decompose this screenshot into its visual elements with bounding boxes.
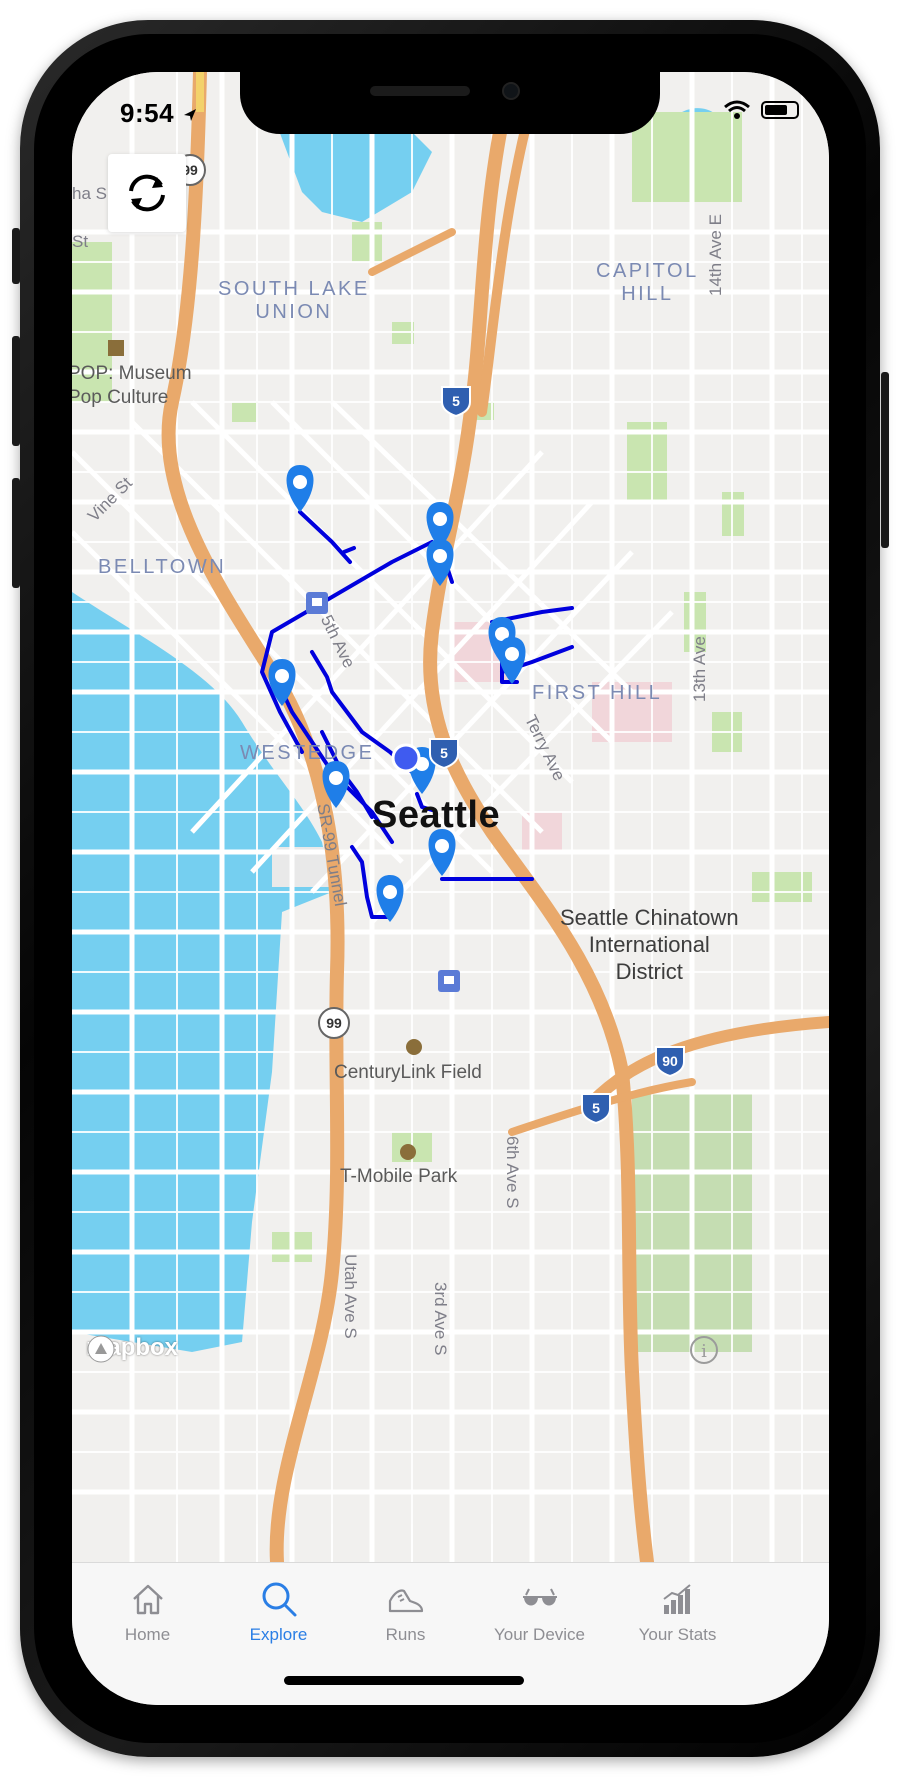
time-text: 9:54 (120, 98, 175, 128)
street-6th-ave-s: 6th Ave S (503, 1136, 522, 1209)
stadium-icon (406, 1039, 422, 1055)
volume-down-button (12, 478, 20, 588)
label-westedge: WESTEDGE (240, 742, 375, 764)
shield-label: 5 (440, 745, 448, 761)
street-st: St (72, 232, 89, 251)
tab-your-device[interactable]: Your Device (464, 1563, 615, 1663)
street-13th-ave: 13th Ave (690, 636, 709, 702)
power-button (881, 372, 889, 548)
refresh-icon (129, 174, 165, 212)
map-info-button[interactable]: i (690, 1336, 718, 1364)
home-indicator[interactable] (284, 1676, 524, 1685)
tab-home-label: Home (124, 1625, 171, 1644)
shield-label: 5 (592, 1100, 600, 1116)
status-indicators (723, 100, 799, 120)
volume-up-button (12, 336, 20, 446)
shield-label: 90 (662, 1053, 678, 1069)
poi-centurylink-field: CenturyLink Field (334, 1062, 482, 1083)
location-arrow-icon (183, 109, 196, 122)
mapbox-attribution[interactable]: mapbox (86, 1334, 178, 1363)
house-icon (132, 1584, 163, 1615)
bar-chart-icon (662, 1584, 691, 1614)
status-time: 9:54 (120, 98, 198, 129)
mapbox-logo-icon (87, 1335, 115, 1363)
app-screen: 99 5 5 99 90 5 SOUTH LAKE UNION CAPITOL … (72, 72, 829, 1705)
speaker-grille (370, 86, 470, 96)
shield-label: 5 (452, 393, 460, 409)
label-capitol-hill: CAPITOL HILL (596, 260, 699, 305)
label-first-hill: FIRST HILL (532, 682, 663, 704)
shoe-icon (388, 1589, 423, 1613)
battery-icon (761, 101, 799, 119)
tab-your-stats-label: Your Stats (638, 1625, 717, 1644)
museum-icon (108, 340, 124, 356)
poi-museum-pop-culture: POP: Museum Pop Culture (72, 363, 192, 408)
stadium-icon (400, 1144, 416, 1160)
label-south-lake-union: SOUTH LAKE UNION (218, 278, 370, 323)
magnifier-icon (262, 1582, 296, 1617)
tab-your-stats[interactable]: Your Stats (602, 1563, 753, 1663)
tab-your-device-label: Your Device (493, 1625, 586, 1644)
map-view[interactable]: 99 5 5 99 90 5 SOUTH LAKE UNION CAPITOL … (72, 72, 829, 1562)
device-notch (240, 72, 660, 134)
tab-home[interactable]: Home (72, 1563, 223, 1663)
refresh-button[interactable] (108, 154, 186, 232)
front-camera (502, 82, 520, 100)
street-ha-s: ha S (72, 184, 107, 203)
wifi-icon (724, 100, 750, 119)
shield-label: 99 (326, 1015, 342, 1031)
glasses-icon (522, 1588, 557, 1606)
label-seattle: Seattle (372, 794, 501, 836)
street-utah-ave-s: Utah Ave S (341, 1254, 360, 1339)
label-belltown: BELLTOWN (98, 556, 227, 578)
poi-t-mobile-park: T-Mobile Park (340, 1166, 458, 1187)
label-chinatown-id: Seattle Chinatown International District (560, 905, 739, 984)
silent-switch (12, 228, 20, 284)
tab-runs[interactable]: Runs (330, 1563, 481, 1663)
street-14th-ave-e: 14th Ave E (706, 214, 725, 296)
street-3rd-ave-s: 3rd Ave S (431, 1282, 450, 1356)
user-location-dot (391, 743, 421, 773)
tab-runs-label: Runs (385, 1625, 426, 1644)
